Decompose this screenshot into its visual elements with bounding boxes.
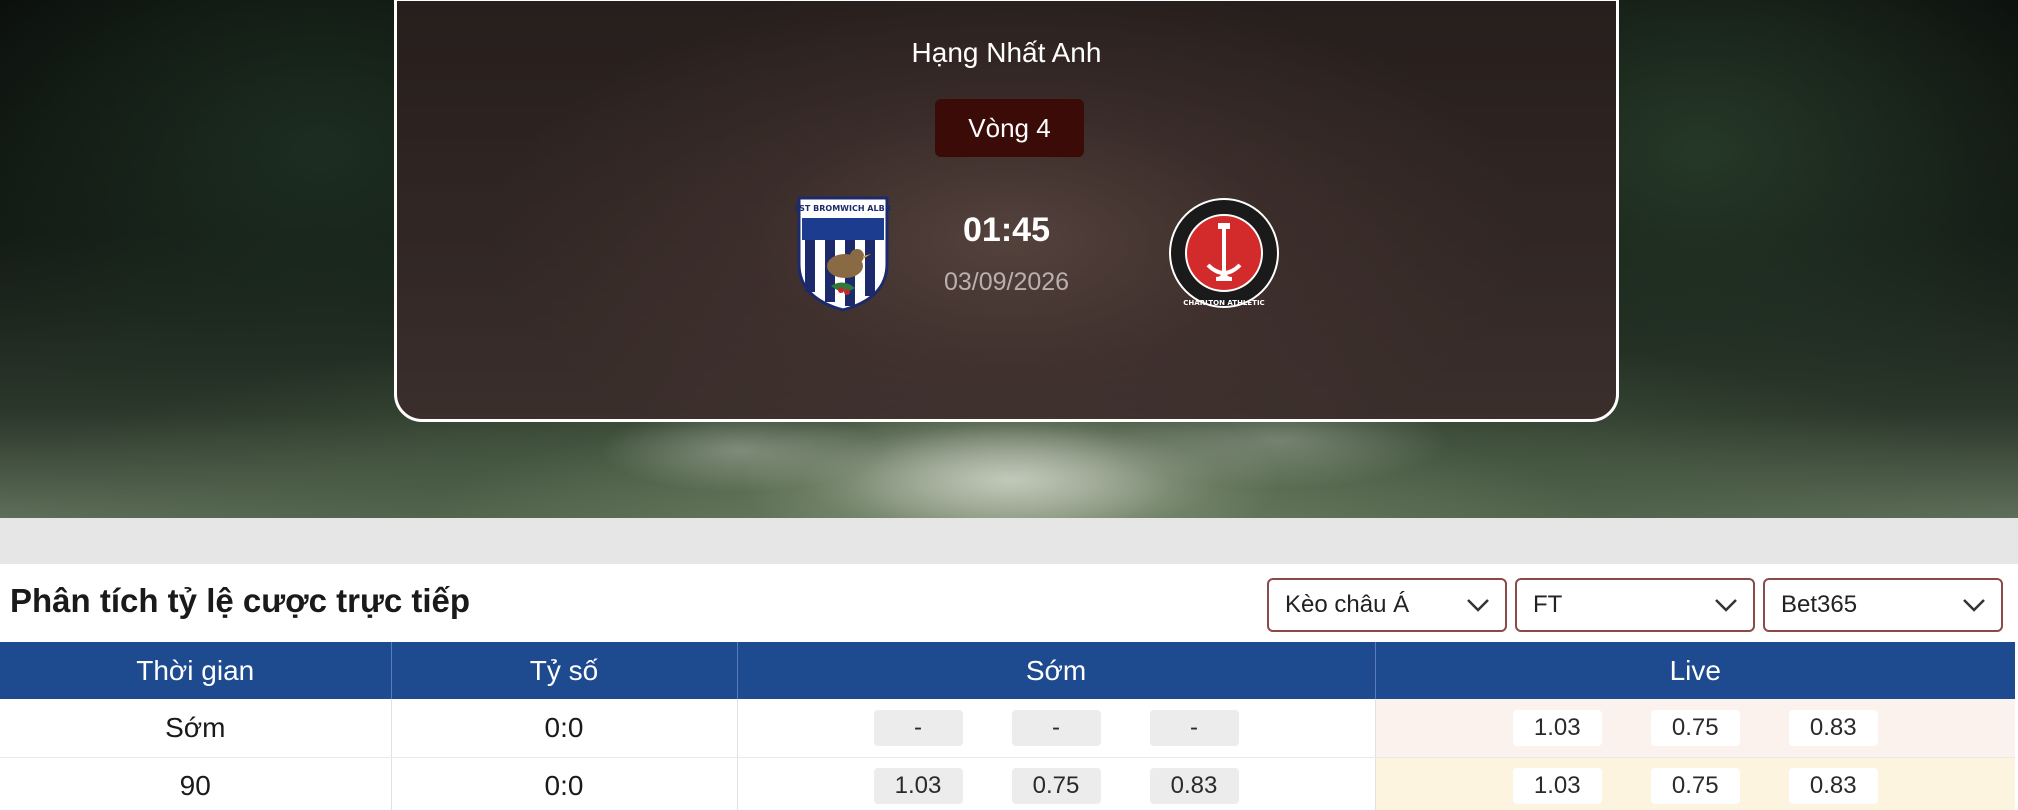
row-score: 0:0 xyxy=(391,699,738,758)
odds-section-title: Phân tích tỷ lệ cược trực tiếp xyxy=(10,582,471,619)
row-time: Sớm xyxy=(0,699,392,758)
odd-value: 0.83 xyxy=(1788,768,1878,804)
odd-value: - xyxy=(1011,709,1101,746)
odd-value: 1.03 xyxy=(1512,709,1602,746)
odd-value: - xyxy=(873,709,963,746)
odd-value: 1.03 xyxy=(873,768,963,804)
row-time: 90 xyxy=(0,757,392,810)
early-odds-cell: 1.03 0.75 0.83 xyxy=(737,757,1376,810)
column-header-score: Tỷ số xyxy=(391,642,738,699)
odd-value: 0.75 xyxy=(1011,768,1101,804)
odd-value: 0.75 xyxy=(1650,709,1740,746)
market-select-value: Kèo châu Á xyxy=(1285,591,1410,618)
column-header-time: Thời gian xyxy=(0,642,392,699)
odd-value: 0.75 xyxy=(1650,768,1740,804)
odd-value: 0.83 xyxy=(1788,709,1878,746)
odds-table: Thời gian Tỷ số Sớm Live Sớm 0:0 - - - 1… xyxy=(0,642,2015,810)
away-logo-text: CHARLTON ATHLETIC xyxy=(1183,299,1264,307)
chevron-down-icon xyxy=(1467,599,1489,612)
match-date: 03/09/2026 xyxy=(943,268,1070,296)
row-score: 0:0 xyxy=(391,757,738,810)
table-header-row: Thời gian Tỷ số Sớm Live xyxy=(0,642,2015,699)
section-divider xyxy=(0,518,2018,564)
early-odds-cell: - - - xyxy=(737,699,1376,758)
live-odds-cell: 1.03 0.75 0.83 xyxy=(1375,757,2015,810)
column-header-early: Sớm xyxy=(737,642,1376,699)
market-select[interactable]: Kèo châu Á xyxy=(1267,578,1507,632)
column-header-live: Live xyxy=(1375,642,2015,699)
live-odds-cell: 1.03 0.75 0.83 xyxy=(1375,699,2015,758)
bookmaker-select-value: Bet365 xyxy=(1781,591,1858,618)
odd-value: 0.83 xyxy=(1149,768,1239,804)
bookmaker-select[interactable]: Bet365 xyxy=(1763,578,2003,632)
match-hero: Hạng Nhất Anh Vòng 4 WEST BROMWI xyxy=(0,0,2018,518)
table-row: 90 0:0 1.03 0.75 0.83 1.03 0.75 0.83 xyxy=(0,757,2015,810)
chevron-down-icon xyxy=(1715,599,1737,612)
table-row: Sớm 0:0 - - - 1.03 0.75 0.83 xyxy=(0,699,2015,758)
round-badge: Vòng 4 xyxy=(935,99,1084,157)
odds-section: Phân tích tỷ lệ cược trực tiếp Kèo châu … xyxy=(0,564,2018,810)
odd-value: - xyxy=(1149,709,1239,746)
away-team-logo[interactable]: CHARLTON ATHLETIC xyxy=(1168,197,1280,309)
period-select[interactable]: FT xyxy=(1515,578,1755,632)
match-time: 01:45 xyxy=(963,211,1050,249)
odd-value: 1.03 xyxy=(1512,768,1602,804)
chevron-down-icon xyxy=(1963,599,1985,612)
charlton-crest-icon: CHARLTON ATHLETIC xyxy=(1169,198,1279,308)
league-name: Hạng Nhất Anh xyxy=(911,37,1102,68)
period-select-value: FT xyxy=(1533,591,1563,618)
match-card: Hạng Nhất Anh Vòng 4 WEST BROMWI xyxy=(394,0,1619,422)
